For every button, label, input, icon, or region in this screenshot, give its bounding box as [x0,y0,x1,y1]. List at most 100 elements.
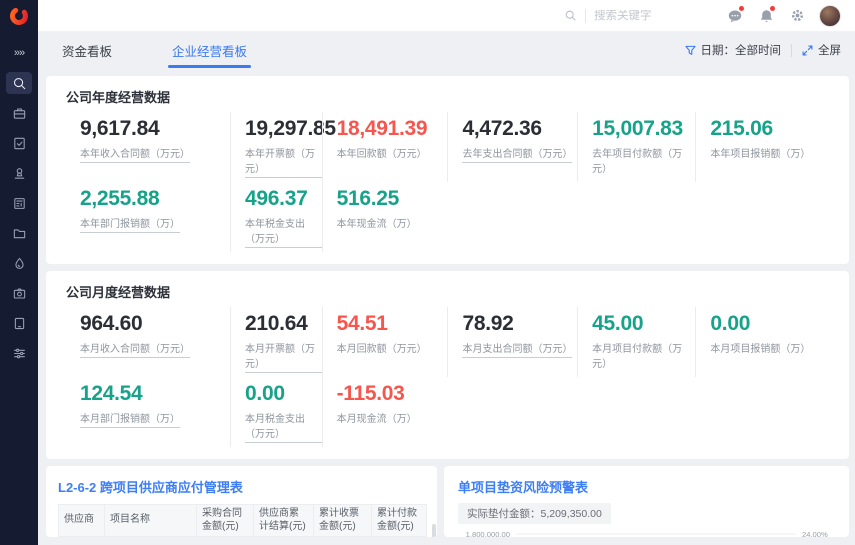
dashboard-tabbar: 资金看板 企业经营看板 日期：全部时间 全屏 [38,32,855,68]
notification-dot [739,6,744,11]
kpi-label: 本月回款额（万元） [337,340,427,355]
kpi-label[interactable]: 本月部门报销额（万） [80,410,180,428]
tab-0[interactable]: 资金看板 [58,32,116,68]
kpi-label: 本月现金流（万） [337,410,417,425]
sidebar-item-funds[interactable] [6,252,32,274]
kpi-value: 2,255.88 [80,187,230,211]
kpi-label[interactable]: 本月开票额（万元） [245,340,322,373]
amount-cell: 38,670.00 [372,537,427,538]
kpi-item: 964.60 本月收入合同额（万元） [66,307,230,377]
sidebar-item-seal[interactable] [6,162,32,184]
kpi-value: 964.60 [80,312,230,336]
svg-text:24.00%: 24.00% [802,530,828,537]
kpi-value: 15,007.83 [592,117,695,141]
sidebar-item-device[interactable] [6,312,32,334]
gear-icon[interactable] [788,7,806,25]
date-filter[interactable]: 日期：全部时间 [685,42,782,58]
dashboard-content: 公司年度经营数据 9,617.84本年收入合同额（万元）19,297.85本年开… [38,68,855,545]
tab-1[interactable]: 企业经营看板 [168,32,251,68]
kpi-value: 19,297.85 [245,117,322,141]
search-icon [12,76,27,91]
kpi-label[interactable]: 本月支出合同额（万元） [462,340,572,358]
kpi-value: 496.37 [245,187,322,211]
kpi-label: 本月项目报销额（万） [710,340,810,355]
supplier-table: 供应商项目名称采购合同金额(元)供应商累计结算(元)累计收票金额(元)累计付款金… [58,504,427,537]
sidebar-item-bank[interactable] [6,102,32,124]
kpi-item: 215.06 本年项目报销额（万） [695,112,829,182]
kpi-label[interactable]: 本月税金支出（万元） [245,410,322,443]
app-window: »» [0,0,855,545]
table-scrollbar[interactable] [432,524,436,537]
amount-cell: 38,870.00 [197,537,254,538]
kpi-item: -115.03本月现金流（万） [322,377,448,447]
user-avatar[interactable] [819,5,841,27]
table-header: 采购合同金额(元) [197,505,254,537]
messages-icon[interactable] [726,7,744,25]
kpi-label[interactable]: 本月收入合同额（万元） [80,340,190,358]
search-input[interactable] [594,10,684,22]
kpi-value: 54.51 [337,312,448,336]
kpi-value: 18,491.39 [337,117,448,141]
calculator-icon [12,196,27,211]
tablet-icon [12,316,27,331]
topbar-icons [726,5,841,27]
bar-line-chart: 1,800,000.0024.00%1,350,000.0018.00%900,… [458,524,839,537]
sidebar-item-projects[interactable] [6,222,32,244]
card-title: 公司年度经营数据 [66,87,829,106]
kpi-item: 516.25本年现金流（万） [322,182,448,252]
monthly-kpi-card: 公司月度经营数据 964.60 本月收入合同额（万元） 210.64 本月开票额（万元… [46,271,849,459]
kpi-value: 0.00 [710,312,829,336]
project-name-cell: 南洋进贤广场工程 [105,537,197,538]
risk-warning-chart-card: 单项目垫资风险预警表 实际垫付金额：5,209,350.00 1,800,000… [444,466,849,537]
sidebar-collapse-icon[interactable]: »» [14,42,24,64]
kpi-value: 45.00 [592,312,695,336]
sidebar-item-schedule[interactable] [6,282,32,304]
supplier-cell: 西安云峰建材有限公司 [59,537,105,538]
sidebar-item-approval[interactable] [6,132,32,154]
kpi-label[interactable]: 本年部门报销额（万） [80,215,180,233]
stamp-icon [12,166,27,181]
kpi-item: 19,297.85 本年开票额（万元） [230,112,322,182]
kpi-label[interactable]: 本年税金支出（万元） [245,215,322,248]
app-logo-icon[interactable] [0,0,38,32]
kpi-label[interactable]: 去年支出合同额（万元） [462,145,572,163]
kpi-value: 124.54 [80,382,230,406]
camera-icon [12,286,27,301]
sliders-icon [12,346,27,361]
table-title: L2-6-2 跨项目供应商应付管理表 [58,477,431,496]
table-header: 供应商 [59,505,105,537]
kpi-value: 215.06 [710,117,829,141]
kpi-label: 去年项目付款额（万元） [592,145,695,175]
table-header: 累计收票金额(元) [314,505,372,537]
kpi-item: 45.00 本月项目付款额（万元） [577,307,695,377]
sidebar-item-search[interactable] [6,72,32,94]
kpi-value: 4,472.36 [462,117,577,141]
kpi-label[interactable]: 本年收入合同额（万元） [80,145,190,163]
kpi-label[interactable]: 本年开票额（万元） [245,145,322,178]
kpi-item: 2,255.88 本年部门报销额（万） [66,182,230,252]
kpi-item: 54.51 本月回款额（万元） [322,307,448,377]
kpi-label: 本年回款额（万元） [337,145,427,160]
bell-icon[interactable] [757,7,775,25]
funnel-icon [685,45,696,56]
sidebar-item-settings-panel[interactable] [6,342,32,364]
global-search [564,9,684,23]
kpi-item: 210.64 本月开票额（万元） [230,307,322,377]
tabs: 资金看板 企业经营看板 [38,32,303,68]
kpi-item: 4,472.36 去年支出合同额（万元） [447,112,577,182]
supplier-payable-table-card: L2-6-2 跨项目供应商应付管理表 供应商项目名称采购合同金额(元)供应商累计… [46,466,437,537]
kpi-value: 78.92 [462,312,577,336]
table-row: 西安云峰建材有限公司南洋进贤广场工程38,870.0038,670.0038,6… [59,537,427,538]
fullscreen-button[interactable]: 全屏 [802,42,841,58]
kpi-label: 本年项目报销额（万） [710,145,810,160]
fullscreen-icon [802,45,813,56]
card-title: 公司月度经营数据 [66,282,829,301]
kpi-value: 0.00 [245,382,322,406]
sidebar-item-ledger[interactable] [6,192,32,214]
kpi-label: 本月项目付款额（万元） [592,340,695,370]
topbar [38,0,855,32]
notification-dot [770,6,775,11]
chart-title: 单项目垫资风险预警表 [458,477,839,496]
kpi-value: 210.64 [245,312,322,336]
fullscreen-label: 全屏 [818,42,841,58]
